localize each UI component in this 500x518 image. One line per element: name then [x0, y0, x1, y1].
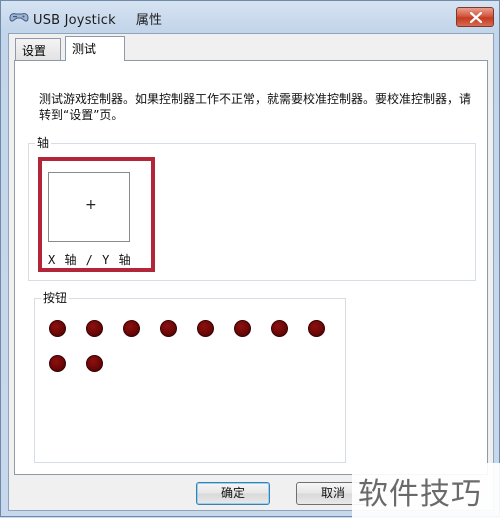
close-button[interactable] — [456, 7, 494, 27]
tab-settings[interactable]: 设置 — [15, 38, 61, 60]
dialog-client-area: 设置 测试 测试游戏控制器。如果控制器工作不正常，就需要校准控制器。要校准控制器… — [8, 33, 494, 511]
buttons-group-label: 按钮 — [41, 289, 70, 306]
test-tab-panel: 测试游戏控制器。如果控制器工作不正常，就需要校准控制器。要校准控制器，请转到“设… — [14, 60, 488, 475]
button-indicator-5 — [197, 320, 214, 337]
gamepad-icon — [8, 9, 30, 25]
button-indicator-3 — [123, 320, 140, 337]
watermark-text: 软件技巧 — [358, 477, 482, 512]
title-bar[interactable]: USB Joystick 属性 — [1, 1, 500, 33]
button-indicator-7 — [271, 320, 288, 337]
button-indicator-1 — [49, 320, 66, 337]
close-icon — [470, 12, 482, 23]
button-indicator-9 — [49, 355, 66, 372]
button-indicator-8 — [308, 320, 325, 337]
button-indicator-4 — [160, 320, 177, 337]
window-subtitle: 属性 — [135, 13, 163, 28]
watermark: 软件技巧 — [352, 463, 500, 518]
highlight-box — [38, 157, 155, 272]
buttons-group — [34, 298, 346, 463]
ok-button[interactable]: 确定 — [196, 482, 270, 505]
button-indicator-10 — [86, 355, 103, 372]
description-text: 测试游戏控制器。如果控制器工作不正常，就需要校准控制器。要校准控制器，请转到“设… — [39, 92, 472, 122]
properties-window: USB Joystick 属性 设置 测试 测试游戏控制器。如果控制器工作不正常，… — [0, 0, 500, 518]
button-indicator-6 — [234, 320, 251, 337]
axes-group-label: 轴 — [35, 134, 52, 151]
window-title: USB Joystick — [33, 13, 116, 28]
tab-test[interactable]: 测试 — [65, 36, 125, 61]
button-indicator-2 — [86, 320, 103, 337]
